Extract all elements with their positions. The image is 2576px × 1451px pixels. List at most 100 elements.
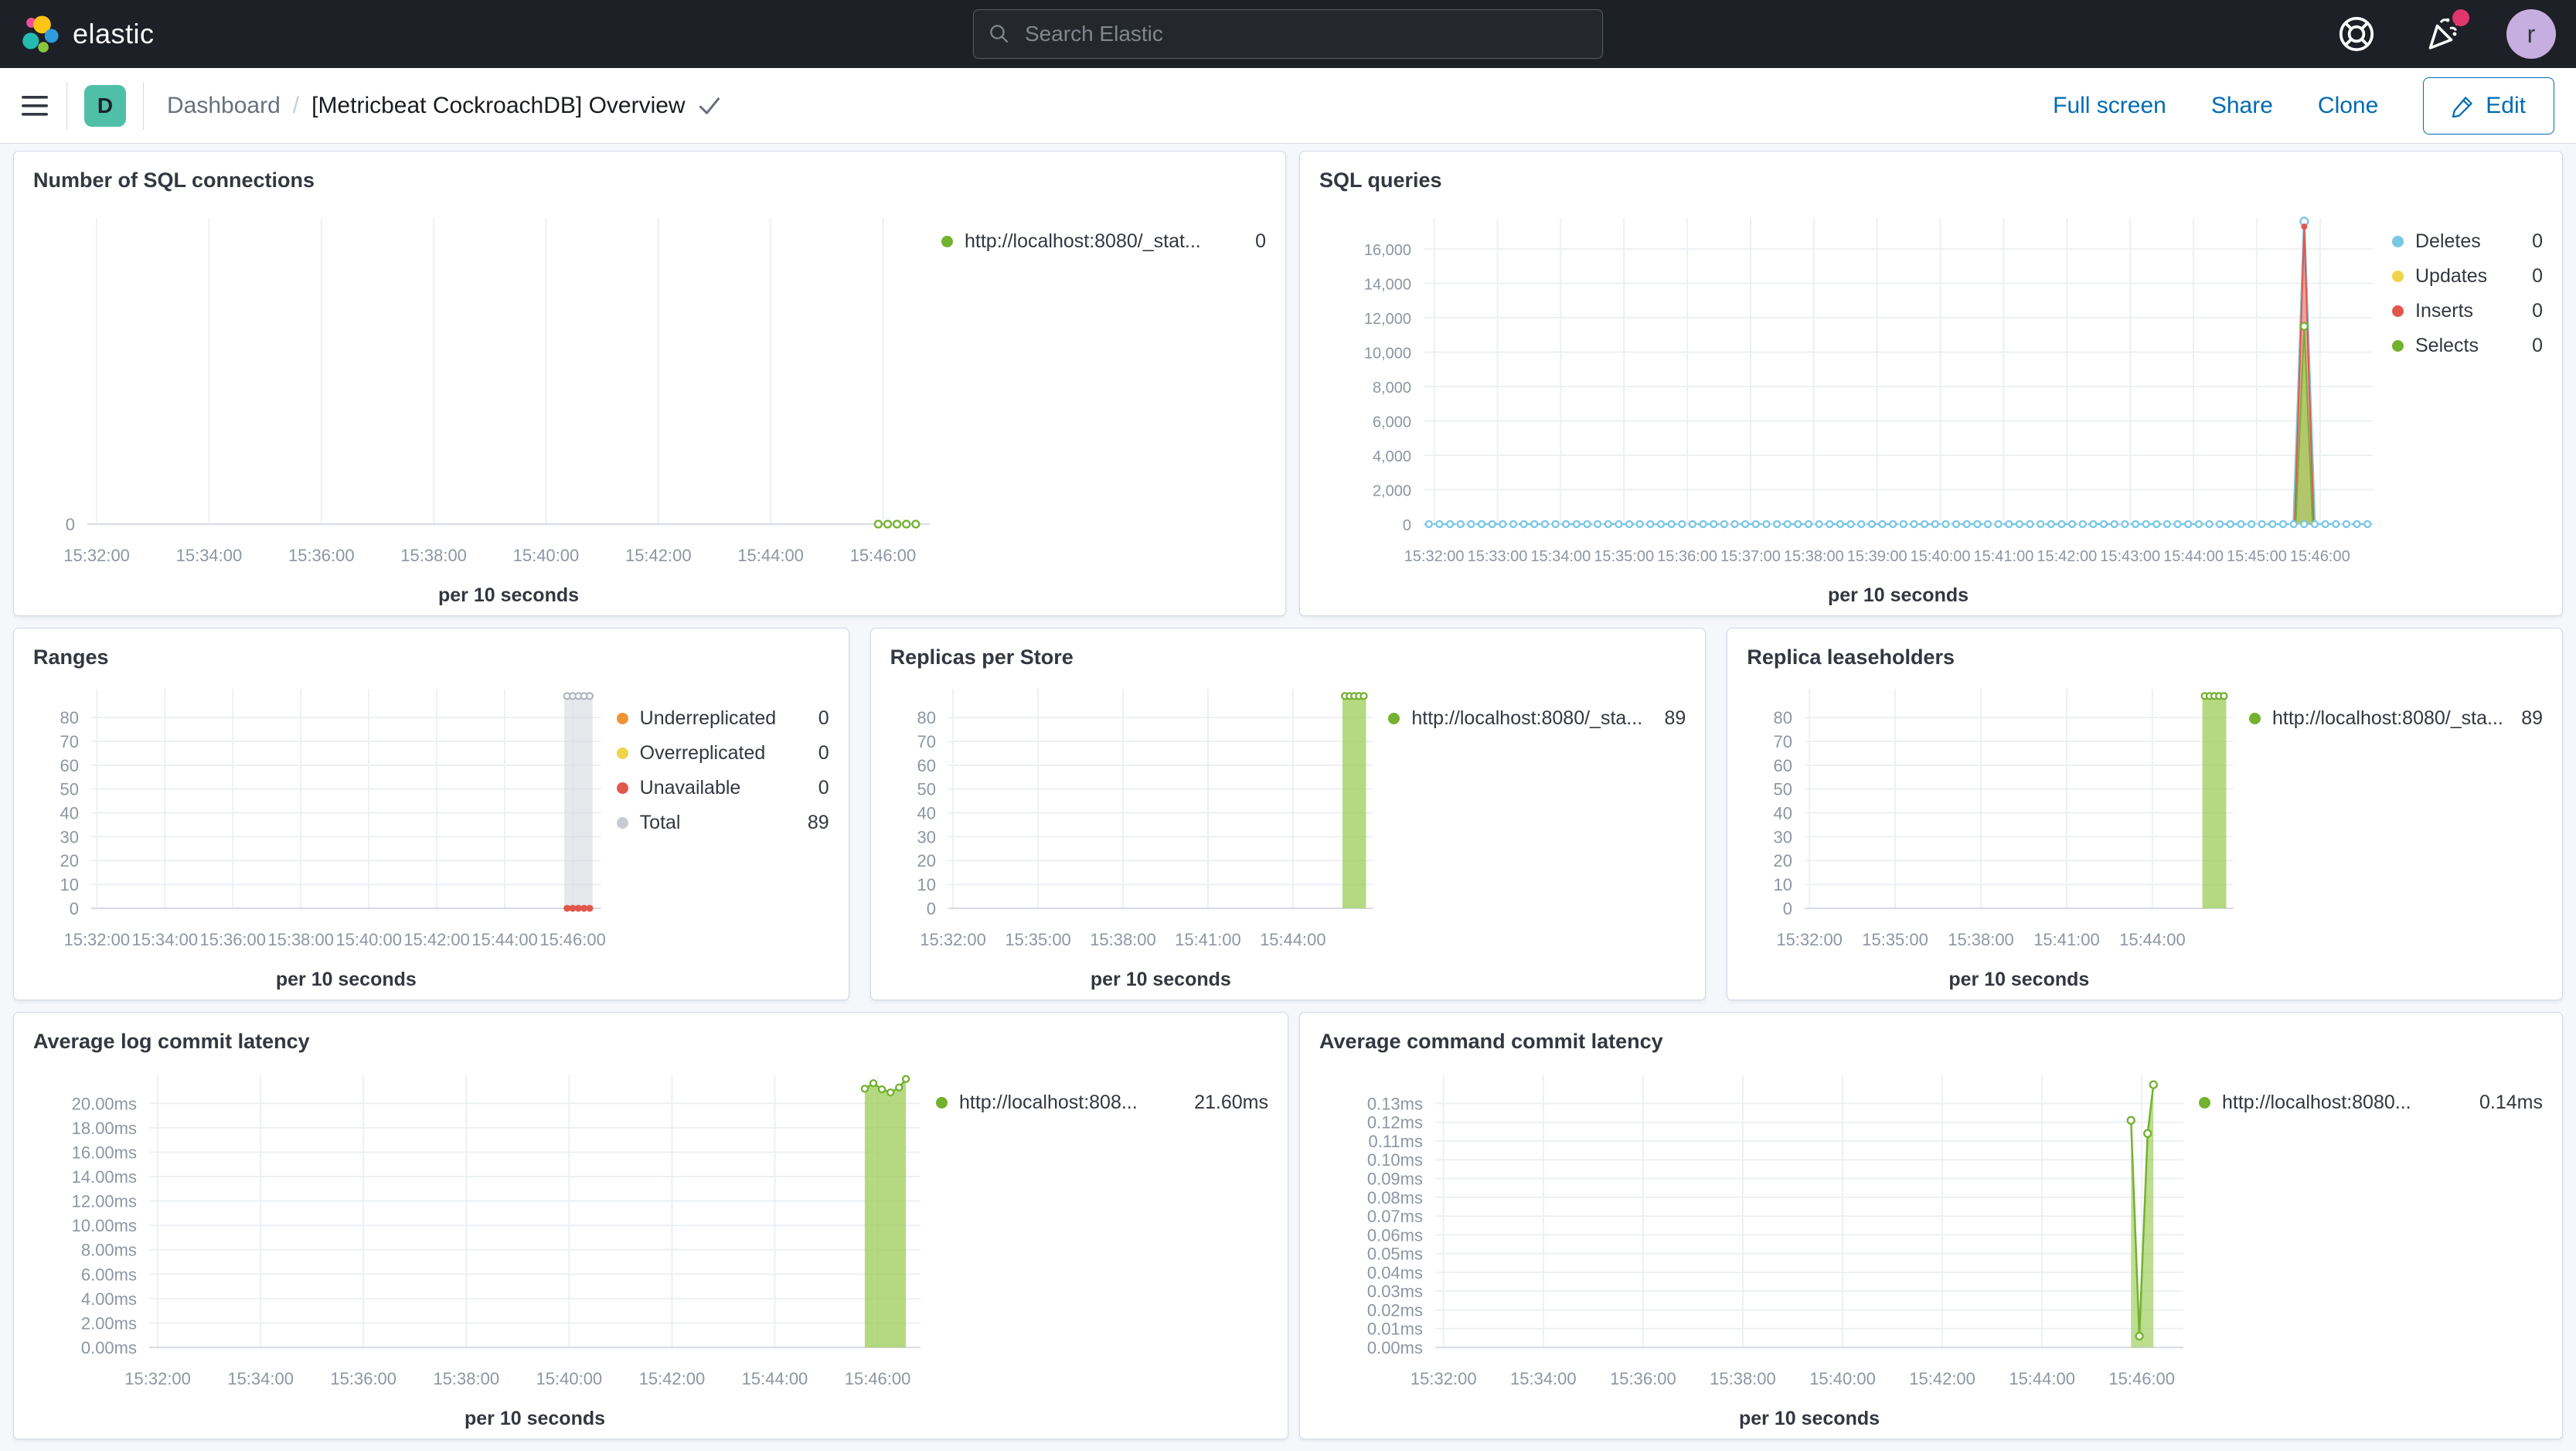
menu-icon[interactable] [22, 94, 49, 118]
legend-value: 0.14ms [2479, 1092, 2543, 1113]
svg-text:10.00ms: 10.00ms [72, 1216, 137, 1235]
svg-text:0.06ms: 0.06ms [1367, 1225, 1423, 1245]
svg-text:15:44:00: 15:44:00 [471, 930, 538, 949]
svg-text:15:32:00: 15:32:00 [1404, 548, 1465, 565]
legend-value: 0 [2532, 230, 2543, 252]
help-button[interactable] [2333, 11, 2380, 57]
svg-text:15:42:00: 15:42:00 [625, 546, 692, 565]
svg-text:15:44:00: 15:44:00 [2009, 1369, 2075, 1388]
legend-dot [1388, 713, 1400, 724]
legend-item[interactable]: Unavailable 0 [616, 771, 829, 806]
legend-dot [616, 782, 628, 794]
svg-text:15:40:00: 15:40:00 [513, 546, 580, 565]
svg-text:15:40:00: 15:40:00 [1809, 1369, 1876, 1388]
panel-replicas-per-store: Replicas per Store 0 10 20 30 40 50 60 70 80 15:3… [869, 628, 1707, 1000]
chart-command-commit-latency[interactable]: 0.00ms0.01ms0.02ms0.03ms0.04ms0.05ms0.06… [1319, 1056, 2199, 1431]
legend-item[interactable]: http://localhost:8080/_sta... 89 [2249, 701, 2543, 736]
legend-value: 0 [818, 777, 829, 799]
svg-text:0: 0 [1783, 899, 1792, 918]
svg-text:15:44:00: 15:44:00 [2163, 548, 2224, 565]
clone-button[interactable]: Clone [2318, 93, 2378, 119]
legend-dot [2199, 1097, 2210, 1109]
svg-text:15:36:00: 15:36:00 [1610, 1369, 1676, 1388]
legend-item[interactable]: http://localhost:808... 21.60ms [936, 1085, 1268, 1120]
svg-text:30: 30 [917, 827, 935, 846]
legend-dot [941, 236, 953, 247]
svg-text:15:46:00: 15:46:00 [845, 1369, 911, 1388]
svg-text:15:46:00: 15:46:00 [850, 546, 917, 565]
legend-item[interactable]: http://localhost:8080/_stat... 0 [941, 224, 1266, 259]
user-avatar[interactable]: r [2506, 9, 2556, 59]
share-button[interactable]: Share [2211, 93, 2273, 119]
avatar-initial: r [2527, 19, 2536, 48]
legend-item[interactable]: Updates 0 [2392, 259, 2543, 294]
svg-text:15:32:00: 15:32:00 [1411, 1369, 1477, 1388]
svg-text:15:32:00: 15:32:00 [124, 1369, 191, 1388]
legend-dot [2392, 305, 2404, 317]
svg-text:15:41:00: 15:41:00 [1974, 548, 2034, 565]
chart-replicas-per-store[interactable]: 0 10 20 30 40 50 60 70 80 15:32:00 15:35:00 15:38:0… [890, 672, 1389, 992]
edit-button[interactable]: Edit [2423, 77, 2554, 135]
svg-text:15:32:00: 15:32:00 [63, 546, 130, 565]
svg-text:0.08ms: 0.08ms [1367, 1188, 1423, 1207]
panel-title: Average command commit latency [1319, 1030, 1663, 1053]
chart-ranges[interactable]: 0 10 20 30 40 50 60 70 80 15:32:00 15:34:00 15:36:0… [33, 672, 617, 992]
svg-text:15:36:00: 15:36:00 [199, 930, 266, 949]
space-badge[interactable]: D [84, 84, 126, 127]
svg-text:15:41:00: 15:41:00 [1175, 930, 1241, 949]
svg-text:15:38:00: 15:38:00 [267, 930, 334, 949]
svg-text:12.00ms: 12.00ms [72, 1192, 137, 1211]
chart-log-commit-latency[interactable]: 0.00ms 2.00ms 4.00ms 6.00ms 8.00ms 10.00ms 12.… [33, 1056, 936, 1431]
svg-text:15:40:00: 15:40:00 [335, 930, 402, 949]
svg-text:0.05ms: 0.05ms [1367, 1245, 1423, 1264]
legend-value: 0 [818, 707, 829, 729]
search-input[interactable] [1023, 21, 1588, 47]
svg-text:15:38:00: 15:38:00 [400, 546, 467, 565]
whats-new-button[interactable] [2420, 9, 2469, 57]
svg-text:15:32:00: 15:32:00 [64, 930, 131, 949]
global-search[interactable] [973, 9, 1603, 59]
check-icon[interactable] [698, 95, 721, 117]
panel-title: Number of SQL connections [33, 169, 315, 192]
legend-item[interactable]: Deletes 0 [2392, 224, 2543, 259]
elastic-logo[interactable]: elastic [20, 14, 329, 54]
legend-value: 0 [2532, 335, 2543, 356]
legend-dot [616, 713, 628, 724]
svg-text:70: 70 [60, 732, 79, 751]
legend-item[interactable]: Selects 0 [2392, 329, 2543, 363]
svg-text:15:34:00: 15:34:00 [1530, 548, 1591, 565]
edit-button-label: Edit [2486, 92, 2526, 118]
legend-item[interactable]: Total 89 [616, 806, 829, 840]
svg-text:15:32:00: 15:32:00 [1777, 930, 1843, 949]
legend-label: Inserts [2415, 300, 2474, 322]
svg-text:0.09ms: 0.09ms [1367, 1170, 1423, 1189]
legend-label: Unavailable [639, 777, 741, 799]
legend-label: http://localhost:8080/_stat... [965, 230, 1201, 252]
svg-text:15:39:00: 15:39:00 [1847, 548, 1907, 565]
svg-text:50: 50 [60, 780, 79, 799]
panel-title: Replicas per Store [890, 645, 1074, 669]
panel-replica-leaseholders: Replica leaseholders 0 10 20 30 40 50 60 70 80 15… [1727, 628, 2564, 1000]
chart-replica-leaseholders[interactable]: 0 10 20 30 40 50 60 70 80 15:32:00 15:35:00 15:38:0… [1747, 672, 2249, 992]
legend-item[interactable]: Underreplicated 0 [616, 701, 829, 736]
chart-sql-queries[interactable]: 0 2,000 4,000 6,000 8,000 10,000 12,000 14,000 1… [1319, 195, 2392, 608]
svg-text:0.01ms: 0.01ms [1367, 1320, 1423, 1339]
full-screen-button[interactable]: Full screen [2053, 93, 2166, 119]
svg-text:10,000: 10,000 [1364, 346, 1411, 363]
notification-dot [2452, 9, 2469, 26]
chart-sql-connections[interactable]: 0 15:32:00 15:34:00 15:36:00 15:38:00 15:40:0… [33, 195, 941, 608]
legend-item[interactable]: Overreplicated 0 [616, 736, 829, 771]
svg-text:18.00ms: 18.00ms [72, 1119, 137, 1138]
svg-text:4,000: 4,000 [1373, 448, 1411, 465]
svg-text:8.00ms: 8.00ms [81, 1241, 137, 1260]
svg-text:0.10ms: 0.10ms [1367, 1150, 1423, 1170]
legend-item[interactable]: http://localhost:8080... 0.14ms [2199, 1085, 2543, 1120]
breadcrumb-dashboard[interactable]: Dashboard [167, 93, 281, 119]
legend-item[interactable]: http://localhost:8080/_sta... 89 [1388, 701, 1686, 736]
svg-text:15:32:00: 15:32:00 [920, 930, 986, 949]
panel-title: SQL queries [1319, 169, 1442, 192]
svg-text:10: 10 [1774, 875, 1792, 894]
legend-item[interactable]: Inserts 0 [2392, 294, 2543, 329]
panel-title: Average log commit latency [33, 1030, 310, 1053]
legend-dot [2392, 236, 2404, 247]
